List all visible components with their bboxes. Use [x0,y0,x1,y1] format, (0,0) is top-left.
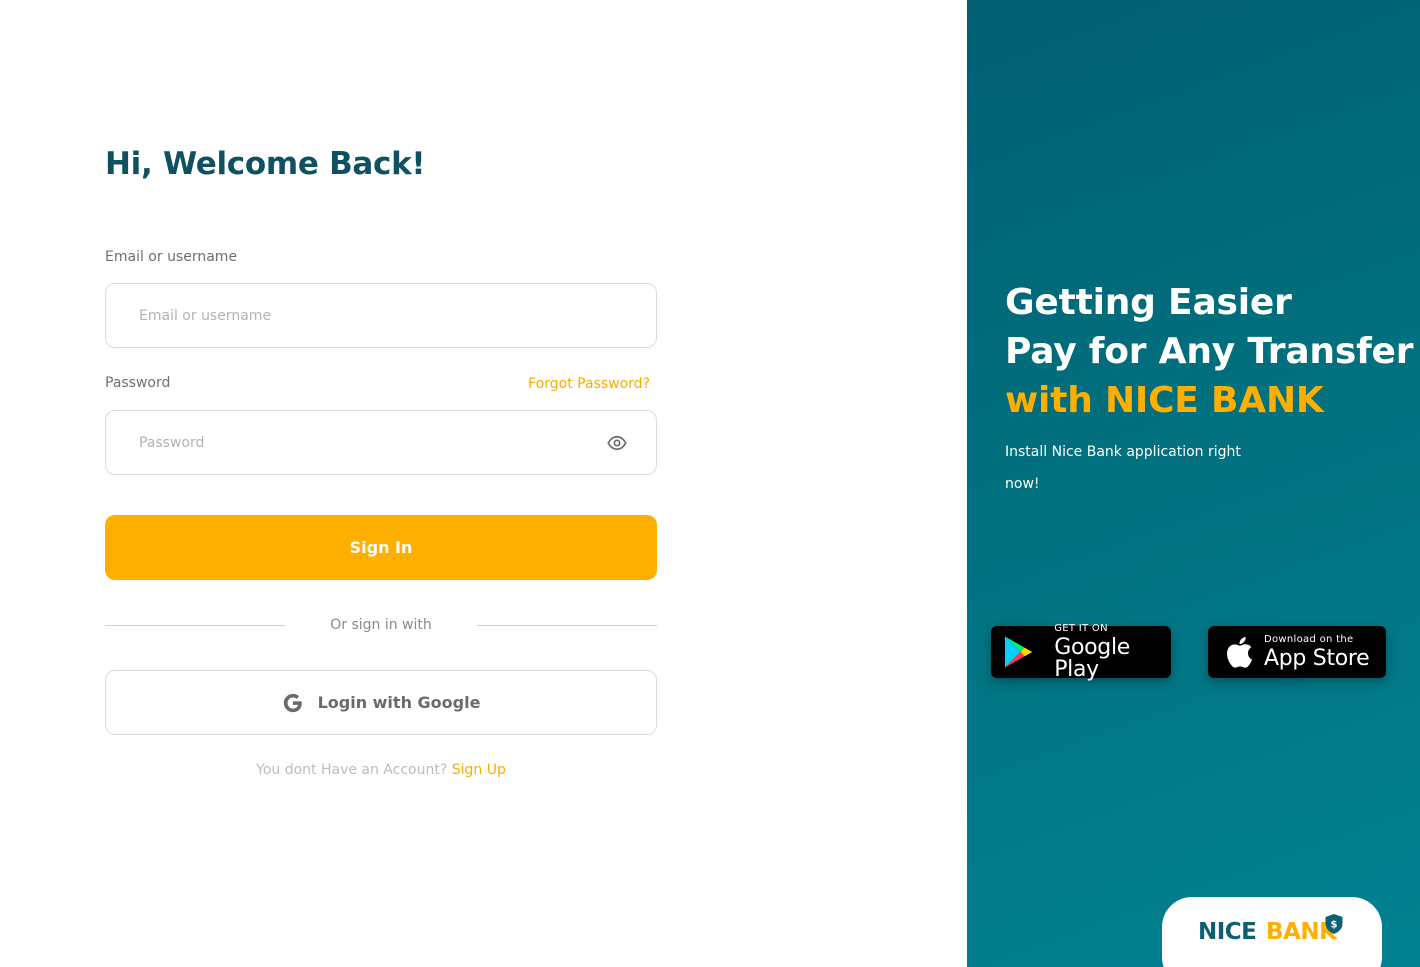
google-login-label: Login with Google [317,693,481,712]
password-input[interactable] [139,411,599,474]
eye-icon[interactable] [607,434,627,452]
signup-link[interactable]: Sign Up [452,762,506,778]
shield-dollar-icon: $ [1325,914,1343,934]
apple-icon [1227,636,1253,668]
google-play-small-text: GET IT ON [1054,622,1108,634]
signup-prompt-text: You dont Have an Account? [256,762,448,778]
email-input[interactable] [139,284,599,347]
divider-right [477,625,657,626]
promo-headline-line2: Pay for Any Transfer [1005,331,1414,372]
page-title: Hi, Welcome Back! [105,146,426,182]
brand-logo: NICE BANK $ [1162,897,1382,967]
promo-panel: Getting Easier Pay for Any Transfer with… [967,0,1420,967]
promo-headline: Getting Easier Pay for Any Transfer with… [1005,278,1414,425]
signup-prompt: You dont Have an Account? Sign Up [105,762,657,778]
google-login-button[interactable]: Login with Google [105,670,657,735]
email-label: Email or username [105,249,238,265]
forgot-password-link[interactable]: Forgot Password? [528,376,650,392]
google-play-icon [1004,636,1033,668]
app-store-big-text: App Store [1264,645,1370,671]
divider-left [105,625,285,626]
brand-name-part1: NICE [1198,919,1257,945]
promo-headline-line1: Getting Easier [1005,282,1292,323]
google-play-button[interactable]: GET IT ON Google Play [991,622,1171,682]
divider-text: Or sign in with [330,617,432,633]
password-field-box[interactable] [105,410,657,475]
google-g-icon [283,693,302,712]
svg-text:$: $ [1331,920,1338,931]
app-store-button[interactable]: Download on the App Store [1208,626,1386,678]
email-field-box[interactable] [105,283,657,348]
app-store-small-text: Download on the [1264,633,1354,645]
password-label: Password [105,375,171,391]
promo-headline-line3: with NICE BANK [1005,380,1324,421]
google-play-big-text: Google Play [1054,634,1130,682]
login-panel: Hi, Welcome Back! Email or username Pass… [0,0,967,967]
sign-in-button[interactable]: Sign In [105,515,657,580]
promo-subtext: Install Nice Bank application right now! [1005,444,1241,492]
